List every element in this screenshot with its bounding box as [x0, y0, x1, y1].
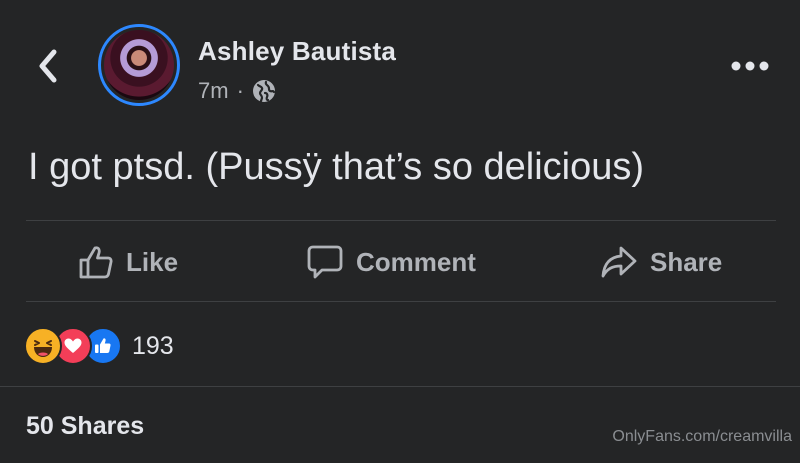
- reaction-count: 193: [132, 331, 174, 360]
- avatar[interactable]: [98, 24, 180, 106]
- post-meta: 7m ·: [198, 78, 276, 104]
- globe-icon: [252, 80, 275, 103]
- haha-reaction-icon: [24, 327, 62, 365]
- divider: [26, 220, 776, 221]
- action-bar: Like Comment Share: [26, 222, 776, 302]
- divider: [26, 301, 776, 302]
- back-button[interactable]: [30, 44, 66, 88]
- post-time[interactable]: 7m: [198, 78, 229, 104]
- share-button[interactable]: Share: [600, 222, 722, 302]
- watermark: OnlyFans.com/creamvilla: [612, 428, 792, 445]
- share-label: Share: [650, 246, 723, 277]
- like-label: Like: [126, 246, 179, 277]
- comment-icon: [307, 245, 343, 279]
- more-icon: [731, 61, 769, 71]
- comment-label: Comment: [356, 246, 476, 277]
- author-name[interactable]: Ashley Bautista: [198, 36, 396, 67]
- post-header: Ashley Bautista 7m ·: [0, 0, 800, 130]
- post-text: I got ptsd. (Pussÿ that’s so delicious): [28, 146, 645, 188]
- like-icon: [79, 246, 113, 279]
- divider: [0, 386, 800, 387]
- comment-button[interactable]: Comment: [306, 222, 476, 302]
- meta-separator: ·: [236, 78, 244, 103]
- share-icon: [601, 246, 637, 278]
- like-button[interactable]: Like: [78, 222, 178, 302]
- shares-count[interactable]: 50 Shares: [26, 412, 144, 441]
- back-icon: [39, 49, 57, 83]
- avatar-image: [104, 30, 174, 100]
- more-button[interactable]: [728, 52, 772, 80]
- reaction-summary[interactable]: 193: [24, 326, 174, 366]
